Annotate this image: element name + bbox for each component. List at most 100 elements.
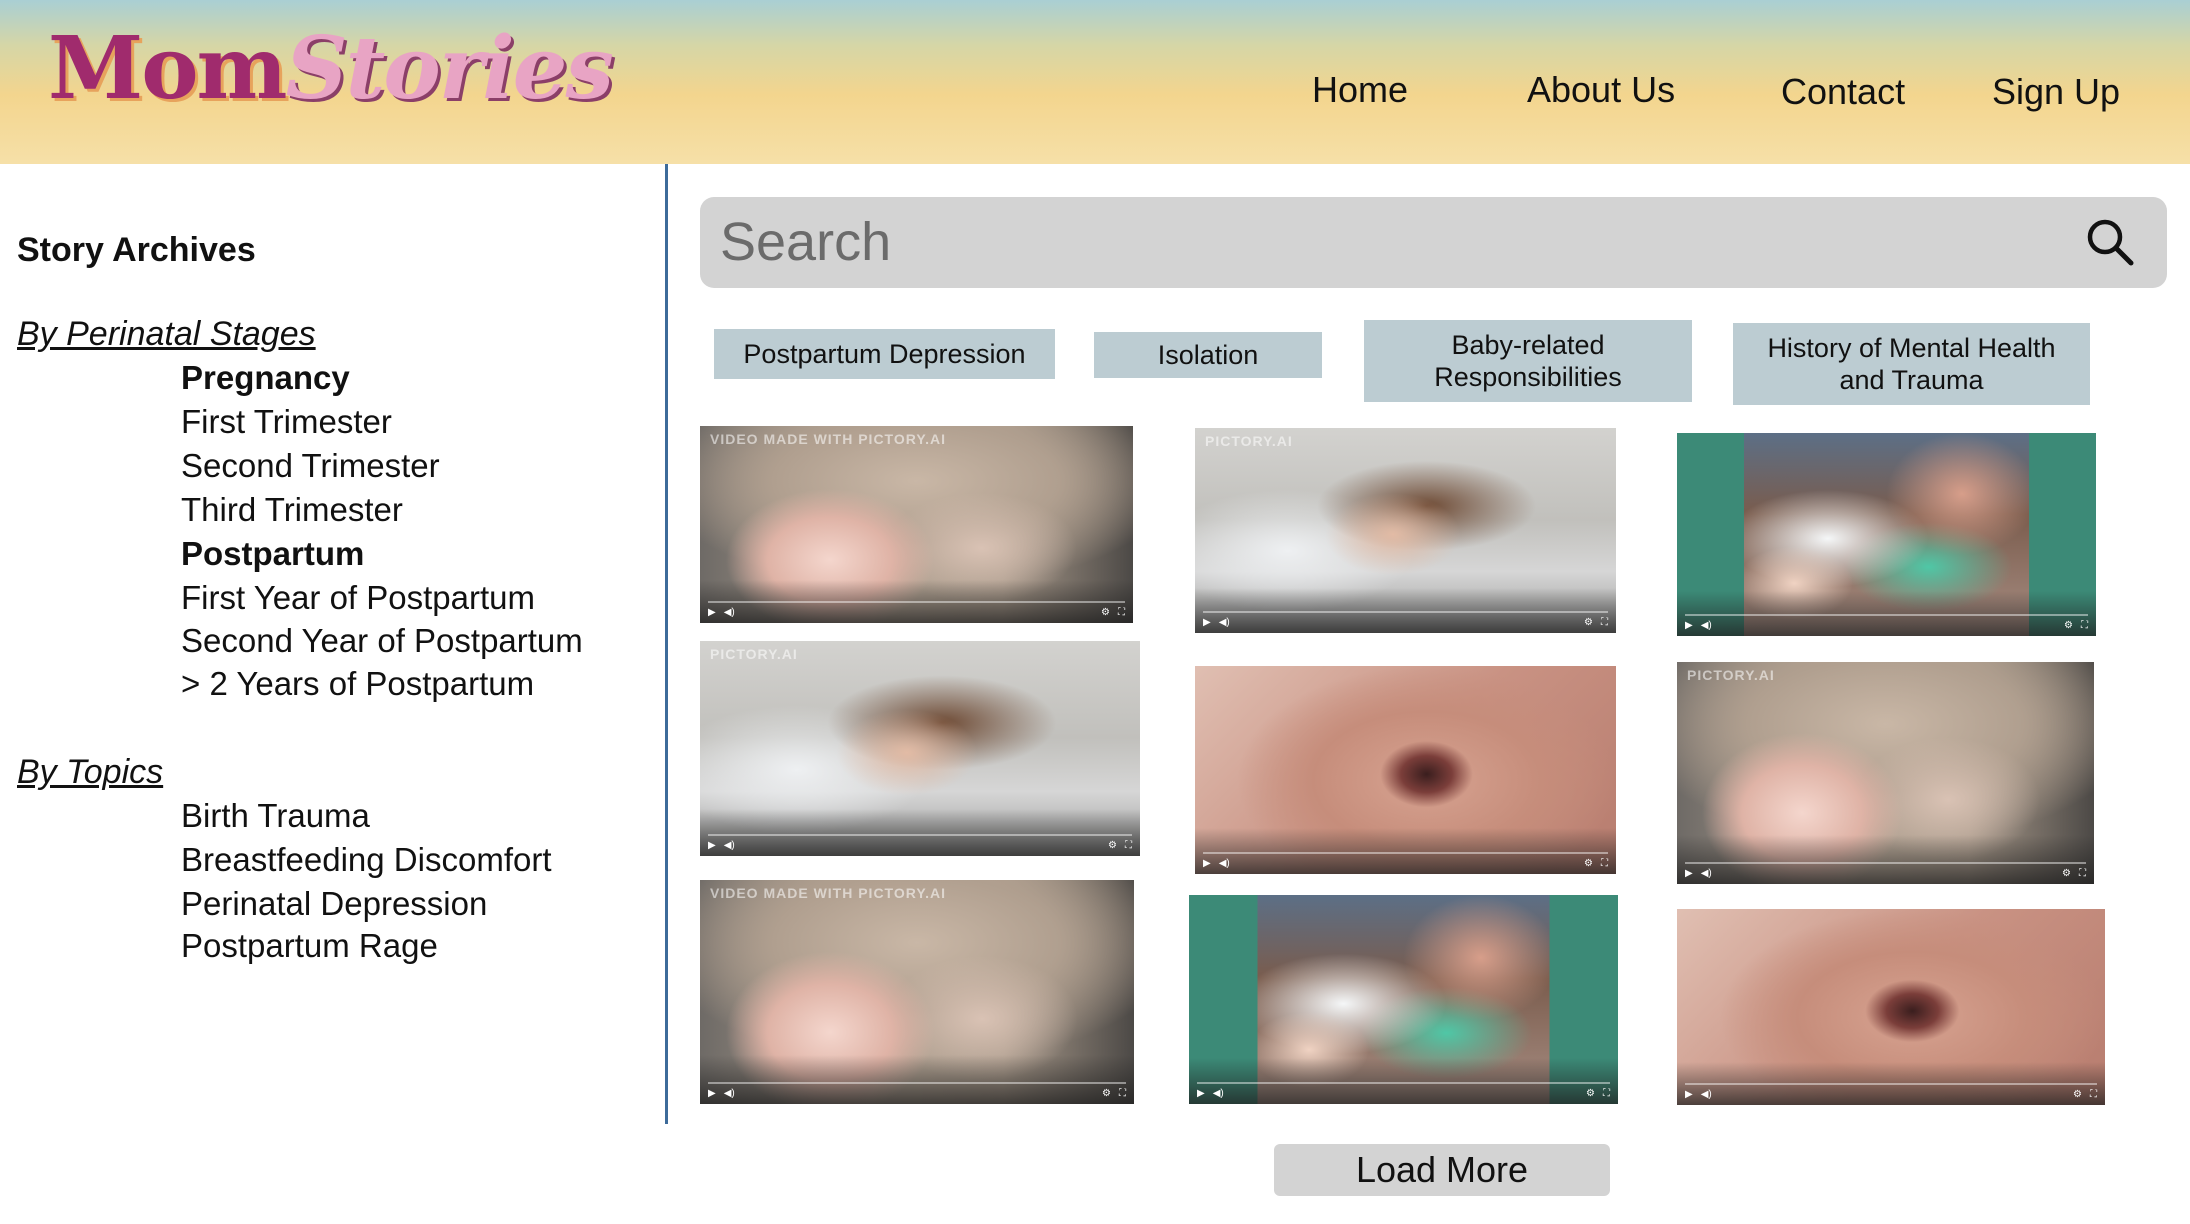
video-controls: ▶ ◀) ⚙ ⛶: [1685, 1087, 2097, 1101]
nav-contact[interactable]: Contact: [1781, 68, 1905, 116]
sidebar-item-pregnancy[interactable]: Pregnancy: [181, 357, 350, 399]
video-controls: ▶ ◀) ⚙ ⛶: [1685, 618, 2088, 632]
sidebar-item-postpartum-rage[interactable]: Postpartum Rage: [181, 925, 438, 967]
video-controls: ▶ ◀) ⚙ ⛶: [708, 1086, 1126, 1100]
play-icon[interactable]: ▶: [1685, 620, 1693, 631]
play-icon[interactable]: ▶: [708, 840, 716, 851]
settings-icon[interactable]: ⚙: [1102, 1088, 1111, 1099]
sidebar-item-third-trimester[interactable]: Third Trimester: [181, 489, 403, 531]
video-watermark: PICTORY.AI: [1205, 433, 1293, 449]
video-progress-bar[interactable]: [1685, 862, 2086, 864]
filter-chip-baby-related-responsibilities[interactable]: Baby-related Responsibilities: [1364, 320, 1692, 402]
video-progress-bar[interactable]: [1197, 1082, 1610, 1084]
filter-chip-postpartum-depression[interactable]: Postpartum Depression: [714, 329, 1055, 379]
fullscreen-icon[interactable]: ⛶: [2079, 868, 2086, 879]
video-progress-bar[interactable]: [1685, 614, 2088, 616]
sidebar-item-breastfeeding-discomfort[interactable]: Breastfeeding Discomfort: [181, 839, 552, 881]
settings-icon[interactable]: ⚙: [1584, 858, 1593, 869]
video-thumbnail[interactable]: ▶ ◀) ⚙ ⛶: [1189, 895, 1618, 1104]
play-icon[interactable]: ▶: [1685, 868, 1693, 879]
filter-chip-isolation[interactable]: Isolation: [1094, 332, 1322, 378]
volume-icon[interactable]: ◀): [724, 840, 735, 851]
search-bar: [700, 197, 2167, 288]
volume-icon[interactable]: ◀): [1219, 858, 1230, 869]
site-logo[interactable]: MomStories: [48, 14, 614, 124]
nav-home[interactable]: Home: [1312, 66, 1408, 114]
volume-icon[interactable]: ◀): [724, 607, 735, 618]
play-icon[interactable]: ▶: [1203, 858, 1211, 869]
fullscreen-icon[interactable]: ⛶: [2081, 620, 2088, 631]
volume-icon[interactable]: ◀): [1701, 620, 1712, 631]
sidebar-item-second-trimester[interactable]: Second Trimester: [181, 445, 440, 487]
play-icon[interactable]: ▶: [708, 1088, 716, 1099]
video-progress-bar[interactable]: [1685, 1083, 2097, 1085]
fullscreen-icon[interactable]: ⛶: [1601, 858, 1608, 869]
sidebar-item-over-2-years-postpartum[interactable]: > 2 Years of Postpartum: [181, 663, 534, 705]
volume-icon[interactable]: ◀): [724, 1088, 735, 1099]
settings-icon[interactable]: ⚙: [2064, 620, 2073, 631]
logo-text-stories: Stories: [285, 18, 614, 119]
video-watermark: PICTORY.AI: [1687, 667, 1775, 683]
fullscreen-icon[interactable]: ⛶: [1125, 840, 1132, 851]
settings-icon[interactable]: ⚙: [1584, 617, 1593, 628]
volume-icon[interactable]: ◀): [1219, 617, 1230, 628]
sidebar-item-perinatal-depression[interactable]: Perinatal Depression: [181, 883, 487, 925]
video-progress-bar[interactable]: [708, 1082, 1126, 1084]
video-thumbnail[interactable]: PICTORY.AI ▶ ◀) ⚙ ⛶: [700, 641, 1140, 856]
settings-icon[interactable]: ⚙: [1108, 840, 1117, 851]
fullscreen-icon[interactable]: ⛶: [1118, 607, 1125, 618]
video-watermark: VIDEO MADE WITH PICTORY.AI: [710, 431, 947, 447]
sidebar-item-first-year-postpartum[interactable]: First Year of Postpartum: [181, 577, 535, 619]
video-thumbnail[interactable]: PICTORY.AI ▶ ◀) ⚙ ⛶: [1677, 662, 2094, 884]
video-controls: ▶ ◀) ⚙ ⛶: [1685, 866, 2086, 880]
video-progress-bar[interactable]: [708, 601, 1125, 603]
video-thumbnail[interactable]: ▶ ◀) ⚙ ⛶: [1677, 909, 2105, 1105]
settings-icon[interactable]: ⚙: [2062, 868, 2071, 879]
fullscreen-icon[interactable]: ⛶: [1603, 1088, 1610, 1099]
volume-icon[interactable]: ◀): [1213, 1088, 1224, 1099]
sidebar-section-topics[interactable]: By Topics: [17, 750, 163, 794]
video-thumbnail[interactable]: ▶ ◀) ⚙ ⛶: [1677, 433, 2096, 636]
sidebar-item-birth-trauma[interactable]: Birth Trauma: [181, 795, 370, 837]
load-more-button[interactable]: Load More: [1274, 1144, 1610, 1196]
sidebar-item-second-year-postpartum[interactable]: Second Year of Postpartum: [181, 620, 583, 662]
settings-icon[interactable]: ⚙: [2073, 1089, 2082, 1100]
filter-chip-history-mental-health-trauma[interactable]: History of Mental Health and Trauma: [1733, 323, 2090, 405]
video-watermark: PICTORY.AI: [710, 646, 798, 662]
settings-icon[interactable]: ⚙: [1586, 1088, 1595, 1099]
sidebar-section-perinatal-stages[interactable]: By Perinatal Stages: [17, 312, 316, 356]
sidebar-title: Story Archives: [17, 231, 256, 269]
nav-sign-up[interactable]: Sign Up: [1992, 68, 2120, 116]
video-progress-bar[interactable]: [1203, 611, 1608, 613]
sidebar-divider: [665, 164, 668, 1124]
nav-about-us[interactable]: About Us: [1527, 66, 1675, 114]
video-controls: ▶ ◀) ⚙ ⛶: [1203, 615, 1608, 629]
volume-icon[interactable]: ◀): [1701, 1089, 1712, 1100]
play-icon[interactable]: ▶: [1685, 1089, 1693, 1100]
play-icon[interactable]: ▶: [1203, 617, 1211, 628]
video-watermark: VIDEO MADE WITH PICTORY.AI: [710, 885, 947, 901]
video-controls: ▶ ◀) ⚙ ⛶: [1197, 1086, 1610, 1100]
video-thumbnail[interactable]: ▶ ◀) ⚙ ⛶: [1195, 666, 1616, 874]
logo-text-mom: Mom: [48, 18, 288, 119]
fullscreen-icon[interactable]: ⛶: [2090, 1089, 2097, 1100]
video-controls: ▶ ◀) ⚙ ⛶: [1203, 856, 1608, 870]
fullscreen-icon[interactable]: ⛶: [1119, 1088, 1126, 1099]
play-icon[interactable]: ▶: [708, 607, 716, 618]
sidebar-item-first-trimester[interactable]: First Trimester: [181, 401, 392, 443]
settings-icon[interactable]: ⚙: [1101, 607, 1110, 618]
video-progress-bar[interactable]: [1203, 852, 1608, 854]
search-icon[interactable]: [2083, 215, 2139, 271]
search-input[interactable]: [720, 209, 2050, 275]
video-thumbnail[interactable]: VIDEO MADE WITH PICTORY.AI ▶ ◀) ⚙ ⛶: [700, 426, 1133, 623]
sidebar-item-postpartum[interactable]: Postpartum: [181, 533, 364, 575]
video-thumbnail[interactable]: VIDEO MADE WITH PICTORY.AI ▶ ◀) ⚙ ⛶: [700, 880, 1134, 1104]
play-icon[interactable]: ▶: [1197, 1088, 1205, 1099]
site-header: MomStories Home About Us Contact Sign Up: [0, 0, 2190, 164]
fullscreen-icon[interactable]: ⛶: [1601, 617, 1608, 628]
video-controls: ▶ ◀) ⚙ ⛶: [708, 838, 1132, 852]
video-controls: ▶ ◀) ⚙ ⛶: [708, 605, 1125, 619]
video-thumbnail[interactable]: PICTORY.AI ▶ ◀) ⚙ ⛶: [1195, 428, 1616, 633]
video-progress-bar[interactable]: [708, 834, 1132, 836]
volume-icon[interactable]: ◀): [1701, 868, 1712, 879]
